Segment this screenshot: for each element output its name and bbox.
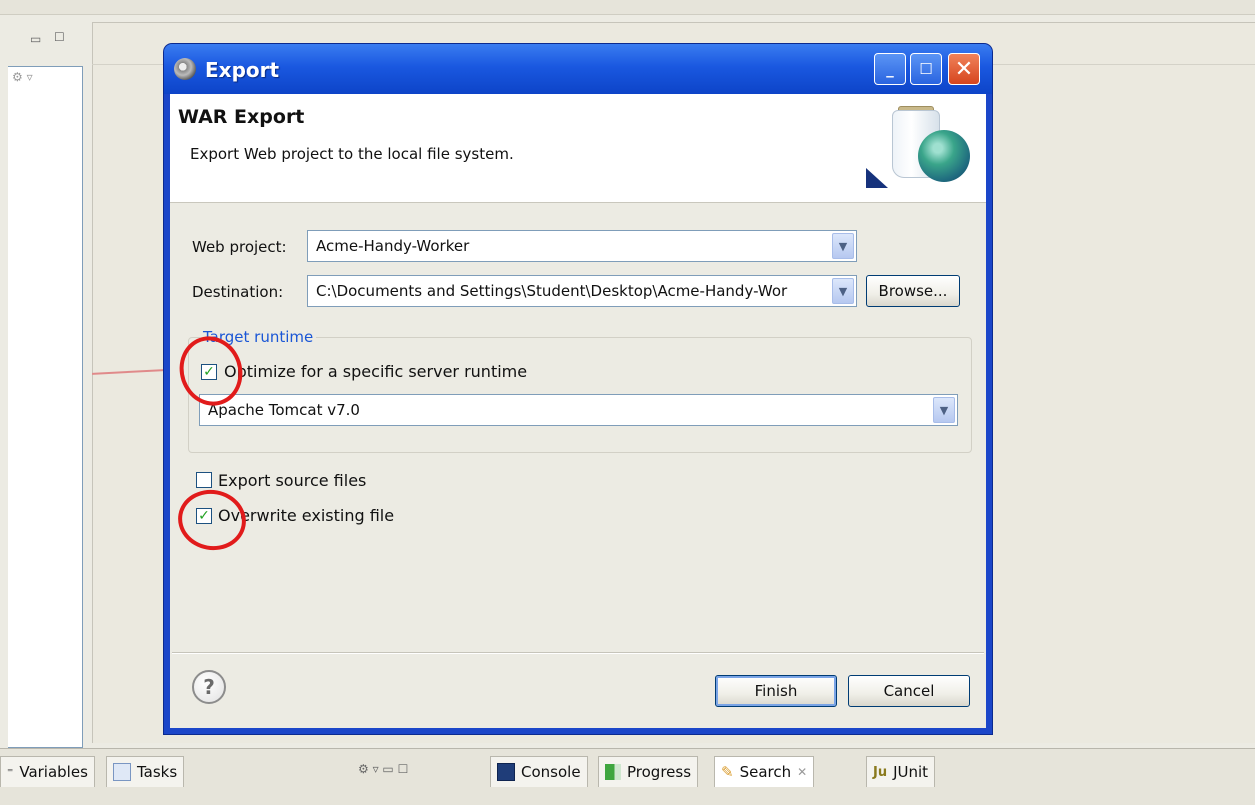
search-icon: ✎ [721, 763, 734, 781]
left-view-header: ▭ ☐ [8, 26, 82, 66]
export-arrow-icon [866, 168, 888, 188]
tab-search-label: Search [739, 763, 792, 781]
close-tab-icon[interactable]: ✕ [797, 765, 807, 779]
optimize-runtime-label[interactable]: Optimize for a specific server runtime [224, 362, 527, 381]
dialog-title: Export [205, 58, 280, 82]
web-project-label: Web project: [192, 238, 287, 256]
destination-value: C:\Documents and Settings\Student\Deskto… [316, 282, 788, 300]
tab-variables[interactable]: ⁼ Variables [0, 756, 95, 787]
destination-select[interactable]: C:\Documents and Settings\Student\Deskto… [307, 275, 857, 307]
maximize-button[interactable]: ☐ [910, 53, 942, 85]
destination-label: Destination: [192, 283, 284, 301]
variables-icon: ⁼ [7, 765, 14, 779]
finish-button[interactable]: Finish [715, 675, 837, 707]
banner-description: Export Web project to the local file sys… [190, 145, 514, 163]
junit-icon: Ju [873, 764, 888, 780]
chevron-down-icon[interactable]: ▼ [832, 233, 854, 259]
minimize-button[interactable]: _ [874, 53, 906, 85]
tab-progress[interactable]: Progress [598, 756, 699, 787]
progress-icon [605, 764, 621, 780]
minimize-view-icon[interactable]: ▭ [30, 32, 41, 46]
help-icon[interactable]: ? [192, 670, 226, 704]
web-project-value: Acme-Handy-Worker [316, 237, 470, 255]
browse-button[interactable]: Browse... [866, 275, 960, 307]
left-view-panel [8, 66, 83, 748]
chevron-down-icon[interactable]: ▼ [832, 278, 854, 304]
view-menu-icon[interactable]: ⚙ ▿ [12, 70, 33, 84]
view-menu-icon-bottom[interactable]: ⚙ ▿ ▭ ☐ [358, 762, 408, 776]
export-source-label[interactable]: Export source files [218, 471, 366, 490]
tab-variables-label: Variables [19, 763, 88, 781]
tab-junit-label: JUnit [893, 763, 929, 781]
export-source-checkbox[interactable] [196, 472, 212, 488]
banner-title: WAR Export [178, 106, 305, 128]
gear-icon [174, 58, 196, 80]
globe-icon [918, 130, 970, 182]
tab-console-label: Console [521, 763, 581, 781]
dialog-titlebar[interactable] [164, 44, 992, 94]
tab-tasks-label: Tasks [137, 763, 178, 781]
web-project-select[interactable]: Acme-Handy-Worker ▼ [307, 230, 857, 262]
tab-search[interactable]: ✎ Search ✕ [714, 756, 815, 787]
cancel-button[interactable]: Cancel [848, 675, 970, 707]
maximize-view-icon[interactable]: ☐ [54, 30, 65, 44]
tab-tasks[interactable]: Tasks [106, 756, 185, 787]
runtime-select[interactable]: Apache Tomcat v7.0 ▼ [199, 394, 958, 426]
console-icon [497, 763, 515, 781]
runtime-value: Apache Tomcat v7.0 [208, 401, 360, 419]
chevron-down-icon[interactable]: ▼ [933, 397, 955, 423]
tasks-icon [113, 763, 131, 781]
tab-junit[interactable]: Ju JUnit [866, 756, 936, 787]
main-toolbar [0, 0, 1255, 15]
tab-progress-label: Progress [627, 763, 692, 781]
footer-separator [172, 652, 984, 654]
tab-console[interactable]: Console [490, 756, 588, 787]
close-button[interactable]: ✕ [948, 53, 980, 85]
